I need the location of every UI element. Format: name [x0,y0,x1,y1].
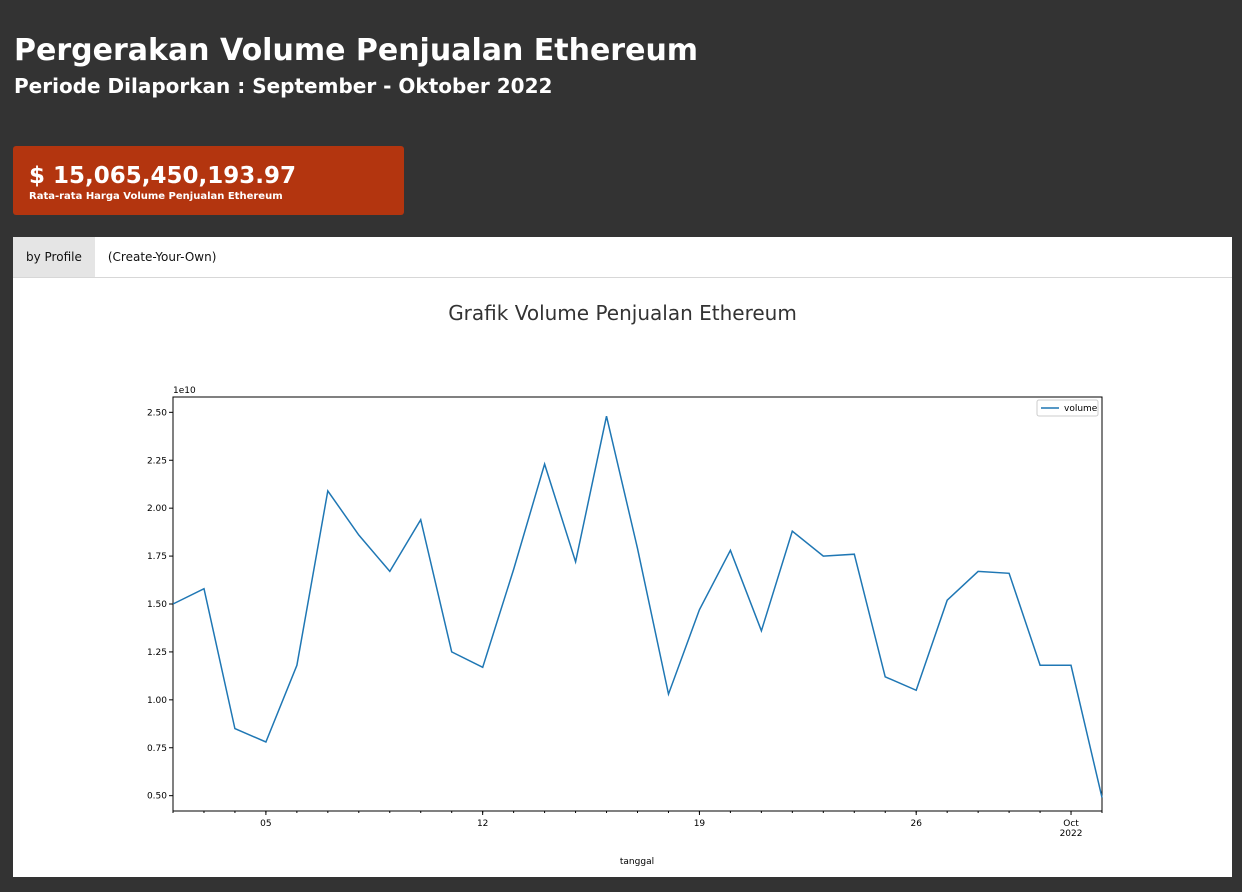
y-tick-label: 2.25 [147,456,167,466]
legend: volume [1036,399,1099,417]
volume-line-chart: 0.50 0.75 1.00 1.25 1.50 1.75 2.00 2.25 2.50 05 1… [147,386,1103,867]
page-title: Pergerakan Volume Penjualan Ethereum [14,33,699,68]
x-tick-label: 26 [910,819,922,829]
series-line-volume [172,416,1103,798]
average-volume-caption: Rata-rata Harga Volume Penjualan Ethereu… [29,191,283,202]
x-tick-label: 19 [694,819,706,829]
x-axis-label: tanggal [620,857,654,867]
average-volume-card: $ 15,065,450,193.97 Rata-rata Harga Volu… [13,146,404,215]
plot-area [172,396,1103,812]
x-tick-label: 12 [477,819,488,829]
y-tick-label: 0.75 [147,744,167,754]
y-tick-label: 1.25 [147,648,167,658]
y-tick-label: 1.50 [147,600,167,610]
y-tick-label: 2.50 [147,408,167,418]
y-offset-label: 1e10 [173,386,196,396]
y-tick-label: 1.00 [147,696,167,706]
average-volume-value: $ 15,065,450,193.97 [29,163,297,189]
x-tick-label: Oct 2022 [1060,819,1083,839]
y-tick-label: 1.75 [147,552,167,562]
x-tick-label: 05 [260,819,271,829]
y-tick-label: 0.50 [147,792,167,802]
page-header: Pergerakan Volume Penjualan Ethereum Per… [14,30,698,100]
page-subtitle: Periode Dilaporkan : September - Oktober… [14,74,553,98]
legend-label-volume: volume [1064,404,1098,414]
chart-panel: by Profile (Create-Your-Own) Grafik Volu… [13,237,1232,877]
y-tick-label: 2.00 [147,504,167,514]
